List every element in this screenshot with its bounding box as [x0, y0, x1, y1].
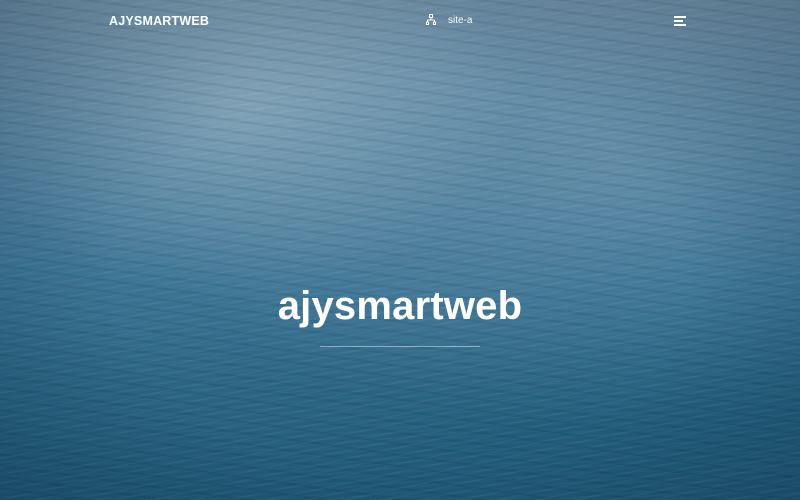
hero-divider — [320, 346, 480, 347]
sitemap-icon — [426, 14, 436, 26]
site-header: AJYSMARTWEB site-a — [0, 0, 800, 42]
site-logo[interactable]: AJYSMARTWEB — [109, 14, 209, 28]
menu-toggle-button[interactable] — [674, 16, 686, 26]
background-vignette — [0, 0, 800, 500]
background-water-image — [0, 0, 800, 500]
site-switcher-label: site-a — [448, 14, 473, 26]
hero-section: ajysmartweb — [0, 280, 800, 347]
hero-title: ajysmartweb — [277, 284, 523, 328]
hamburger-icon — [674, 16, 686, 26]
site-switcher[interactable]: site-a — [426, 14, 472, 26]
